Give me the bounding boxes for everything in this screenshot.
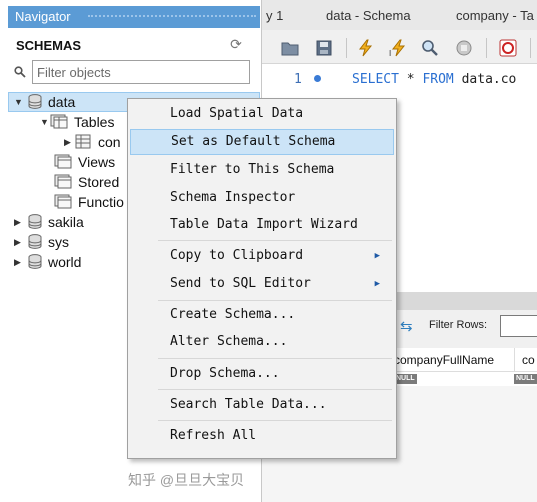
database-icon [28,214,42,229]
tree-item-functions[interactable]: Functio [54,192,124,212]
tree-item-company[interactable]: ▶ con [64,132,121,152]
null-badge: NULL [394,374,417,384]
save-icon[interactable] [314,38,334,58]
tree-label-world: world [48,254,82,270]
watermark-text: 知乎 @旦旦大宝贝 [128,472,245,488]
functions-folder-icon [54,194,72,209]
explain-magnifier-icon[interactable] [420,38,440,58]
tree-label-views: Views [78,154,116,170]
stop-icon[interactable] [454,38,474,58]
toolbar-separator [486,38,487,58]
execute-lightning-icon[interactable] [356,38,376,58]
database-icon [28,254,42,269]
execute-current-icon[interactable]: I [388,38,408,58]
sql-keyword-select: SELECT [352,72,399,87]
toolbar-separator [346,38,347,58]
database-icon [28,234,42,249]
expand-triangle-icon[interactable]: ▼ [40,112,50,132]
tree-item-sakila[interactable]: ▶ sakila [14,212,84,232]
menu-item-set-as-default-schema[interactable]: Set as Default Schema [130,129,394,155]
expand-triangle-icon[interactable]: ▼ [14,92,24,112]
toggle-continue-on-error-icon[interactable] [498,38,518,58]
menu-item-search-table-data[interactable]: Search Table Data... [130,392,394,418]
database-icon [28,94,42,109]
menu-item-alter-schema[interactable]: Alter Schema... [130,329,394,355]
filter-rows-input[interactable] [500,315,537,337]
column-separator [514,348,515,372]
stored-procedures-folder-icon [54,174,72,189]
search-icon [14,66,26,78]
editor-toolbar: I [262,30,537,64]
sql-star: * [406,72,415,87]
menu-item-copy-to-clipboard[interactable]: Copy to Clipboard ▶ [130,243,394,269]
sql-keyword-from: FROM [422,72,454,87]
editor-tab-bar: y 1 data - Schema company - Ta [262,0,537,30]
tree-item-stored-procedures[interactable]: Stored [54,172,119,192]
toolbar-separator [530,38,531,58]
navigator-header: Navigator [8,6,260,28]
tree-item-data[interactable]: ▼ data [14,92,75,112]
tree-item-sys[interactable]: ▶ sys [14,232,69,252]
tree-label-sys: sys [48,234,69,250]
sql-statement: SELECT * FROM data.co [352,72,516,87]
tree-label-functions: Functio [78,194,124,210]
menu-label-send-to-sql-editor: Send to SQL Editor [170,276,311,291]
menu-item-load-spatial-data[interactable]: Load Spatial Data [130,101,394,127]
filter-rows-label: Filter Rows: [429,319,488,331]
tab-company-table[interactable]: company - Ta [456,8,534,23]
submenu-arrow-icon: ▶ [374,279,380,289]
statement-marker-icon [314,75,321,82]
refresh-arrows-icon[interactable]: ⇆ [400,317,413,335]
header-grip [88,15,256,19]
tab-query-1[interactable]: y 1 [266,8,283,23]
filter-objects-input[interactable] [32,60,250,84]
menu-item-drop-schema[interactable]: Drop Schema... [130,361,394,387]
menu-item-schema-inspector[interactable]: Schema Inspector [130,185,394,211]
table-icon [75,134,91,149]
sql-table-ref: data.co [461,72,517,87]
menu-item-filter-to-this-schema[interactable]: Filter to This Schema [130,157,394,183]
menu-label-copy-to-clipboard: Copy to Clipboard [170,248,304,263]
tree-label-stored: Stored [78,174,120,190]
tree-label-tables: Tables [74,114,115,130]
menu-item-table-data-import-wizard[interactable]: Table Data Import Wizard [130,212,394,238]
schema-context-menu: Load Spatial Data Set as Default Schema … [127,98,397,459]
submenu-arrow-icon: ▶ [374,251,380,261]
navigator-title: Navigator [15,9,71,24]
collapse-triangle-icon[interactable]: ▶ [14,232,24,252]
column-header-next[interactable]: co [522,353,535,367]
menu-separator [158,389,392,390]
collapse-triangle-icon[interactable]: ▶ [14,252,24,272]
menu-separator [158,300,392,301]
menu-item-refresh-all[interactable]: Refresh All [130,423,394,449]
tree-label-data: data [48,94,76,110]
collapse-triangle-icon[interactable]: ▶ [14,212,24,232]
menu-item-send-to-sql-editor[interactable]: Send to SQL Editor ▶ [130,271,394,297]
tab-data-schema[interactable]: data - Schema [326,8,411,23]
null-badge: NULL [514,374,537,384]
line-number: 1 [294,72,302,87]
tree-label-sakila: sakila [48,214,84,230]
views-folder-icon [54,154,72,169]
tree-item-world[interactable]: ▶ world [14,252,81,272]
svg-text:I: I [389,49,391,58]
menu-separator [158,240,392,241]
tree-item-views[interactable]: Views [54,152,115,172]
tree-label-company: con [98,134,121,150]
collapse-triangle-icon[interactable]: ▶ [64,132,74,152]
column-header-companyfullname[interactable]: companyFullName [394,353,494,367]
schemas-title: SCHEMAS [16,38,82,53]
tree-item-tables[interactable]: ▼ Tables [40,112,114,132]
menu-item-create-schema[interactable]: Create Schema... [130,302,394,328]
refresh-schemas-icon[interactable]: ⟳ [228,36,244,52]
tables-folder-icon [50,114,68,129]
menu-separator [158,358,392,359]
open-folder-icon[interactable] [280,38,300,58]
menu-separator [158,420,392,421]
